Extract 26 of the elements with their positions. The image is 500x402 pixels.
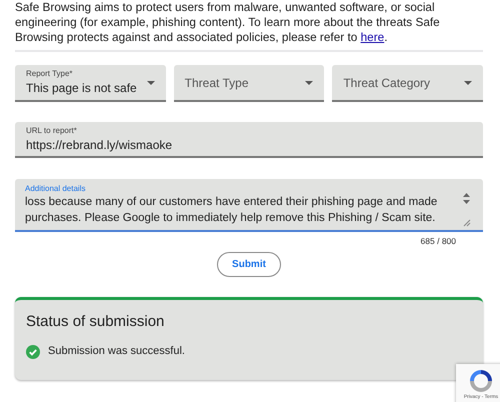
- dropdown-field[interactable]: Report Type* This page is not safe: [15, 65, 166, 102]
- character-counter: 685 / 800: [420, 235, 456, 248]
- resize-handle-icon: [462, 218, 471, 227]
- dropdown-arrow-icon: [464, 80, 472, 84]
- submit-button[interactable]: Submit: [217, 252, 281, 277]
- status-title: Status of submission: [26, 312, 166, 332]
- check-circle-icon: [26, 344, 40, 358]
- field-placeholder: Threat Type: [184, 74, 248, 92]
- dropdown-field[interactable]: Threat Category: [332, 65, 484, 102]
- status-message: Submission was successful.: [48, 344, 185, 360]
- field-value: This page is not safe: [26, 80, 137, 96]
- url-field[interactable]: URL to report* https://rebrand.ly/wismaoke: [15, 122, 483, 158]
- field-placeholder: Threat Category: [343, 74, 430, 92]
- recaptcha-logo-icon: [468, 368, 494, 394]
- intro-paragraph: Safe Browsing aims to protect users from malware, unwanted software, or social engineering (for example, phishing content). To learn more about the threats Safe Browsing protects against and associated policies, please refer to here.: [15, 0, 441, 45]
- details-field[interactable]: Additional details loss because many of our customers have entered their phishing page and made purchases. Please Google to immediately help remove this Phishing / Scam site.: [15, 179, 483, 232]
- dropdown-arrow-icon: [305, 80, 314, 84]
- field-value: loss because many of our customers have entered their phishing page and made purchases. Please Google to immediately help remove this Phishing / Scam site.: [25, 195, 438, 226]
- dropdown-field[interactable]: Threat Type: [174, 65, 324, 102]
- field-label: URL to report*: [26, 126, 78, 136]
- field-label: Report Type*: [26, 68, 74, 78]
- field-value: https://rebrand.ly/wismaoke: [26, 137, 174, 154]
- spinner-arrows-icon: [462, 192, 471, 205]
- here-link[interactable]: here: [360, 30, 384, 44]
- field-label: Additional details: [25, 184, 86, 194]
- dropdown-arrow-icon: [146, 80, 155, 84]
